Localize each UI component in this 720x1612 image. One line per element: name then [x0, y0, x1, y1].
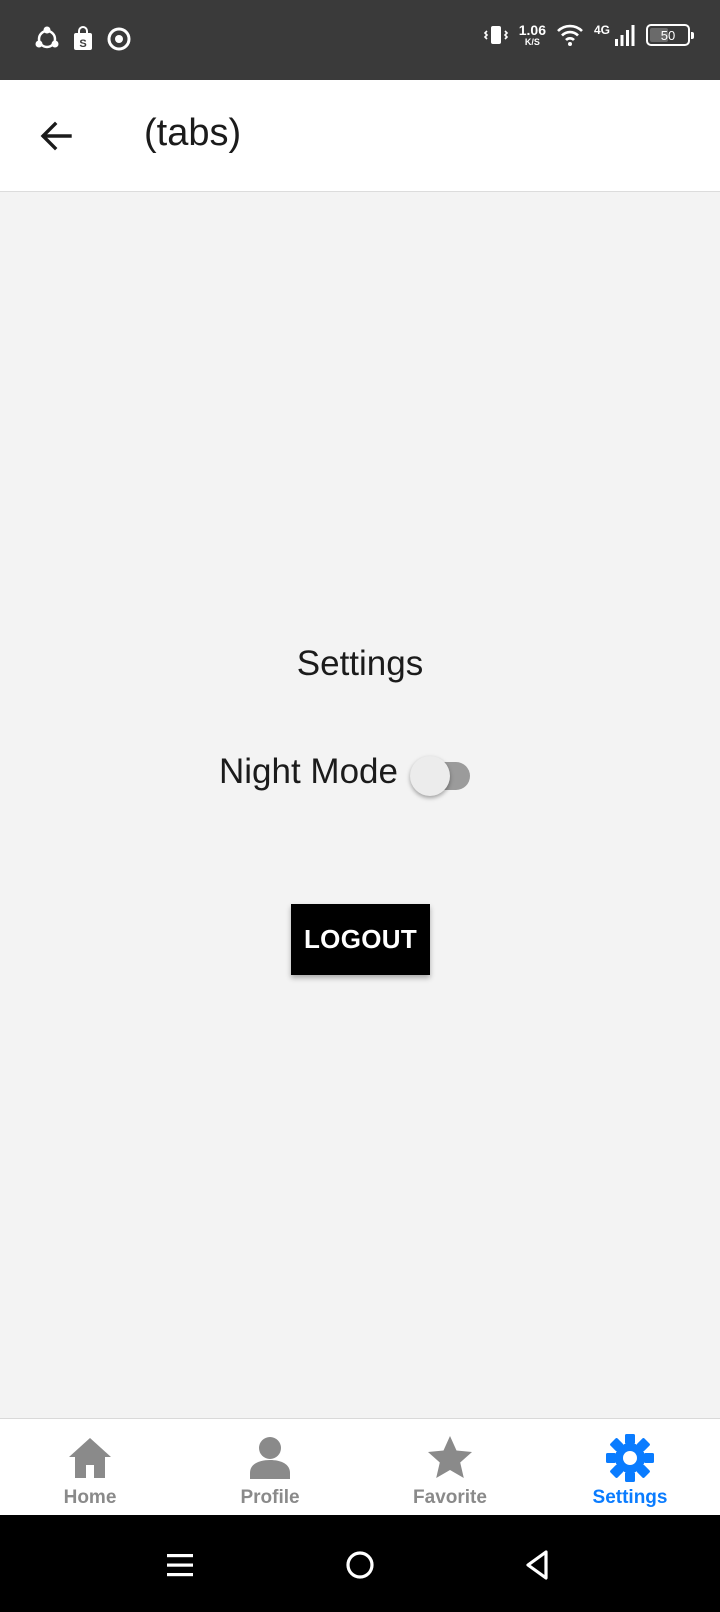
person-icon	[250, 1437, 290, 1479]
network-type: 4G	[593, 23, 610, 37]
vibrate-icon	[483, 26, 508, 44]
tab-profile[interactable]: Profile	[180, 1419, 360, 1515]
network-speed-unit: K/S	[524, 37, 540, 47]
tab-favorite[interactable]: Favorite	[360, 1419, 540, 1515]
shop-icon: S	[74, 26, 92, 50]
night-mode-toggle[interactable]	[409, 752, 472, 796]
recent-apps-button[interactable]	[158, 1543, 202, 1587]
menu-icon	[167, 1554, 193, 1577]
back-button[interactable]	[30, 110, 82, 162]
gear-icon	[606, 1434, 654, 1482]
status-right-icons: 1.06 K/S 4G 50	[483, 22, 694, 48]
night-mode-row: Night Mode	[219, 752, 472, 796]
status-bar: S 1.06 K/S 4G 50	[0, 0, 720, 80]
svg-text:S: S	[79, 38, 86, 50]
share-icon	[35, 26, 59, 49]
star-icon	[428, 1436, 472, 1478]
tab-label-profile: Profile	[240, 1487, 300, 1508]
page-title: (tabs)	[144, 112, 242, 154]
home-icon	[69, 1438, 111, 1478]
settings-heading: Settings	[296, 644, 424, 683]
battery-level: 50	[660, 27, 676, 43]
network-speed: 1.06 K/S	[519, 23, 546, 47]
system-back-button[interactable]	[516, 1543, 560, 1587]
status-left-icons: S	[34, 26, 132, 52]
tab-label-favorite: Favorite	[413, 1487, 487, 1508]
network-speed-value: 1.06	[518, 22, 546, 38]
chrome-icon	[107, 27, 131, 51]
tab-label-settings: Settings	[592, 1487, 668, 1508]
back-triangle-icon	[526, 1550, 548, 1580]
arrow-left-icon	[40, 121, 72, 151]
home-circle-icon	[346, 1551, 374, 1579]
tab-label-home: Home	[63, 1487, 117, 1508]
tab-settings[interactable]: Settings	[540, 1419, 720, 1515]
tab-home[interactable]: Home	[0, 1419, 180, 1515]
settings-content: Settings Night Mode LOGOUT	[0, 192, 720, 1418]
app-header: (tabs)	[0, 80, 720, 192]
wifi-icon	[557, 24, 583, 46]
logout-button[interactable]: LOGOUT	[291, 904, 430, 975]
battery-icon: 50	[646, 24, 694, 46]
bottom-tab-bar: Home Profile Favorite Settings	[0, 1418, 720, 1515]
toggle-thumb	[409, 756, 450, 796]
night-mode-label: Night Mode	[219, 752, 398, 791]
system-home-button[interactable]	[338, 1543, 382, 1587]
system-nav-bar	[0, 1515, 720, 1612]
signal-icon	[615, 25, 635, 46]
